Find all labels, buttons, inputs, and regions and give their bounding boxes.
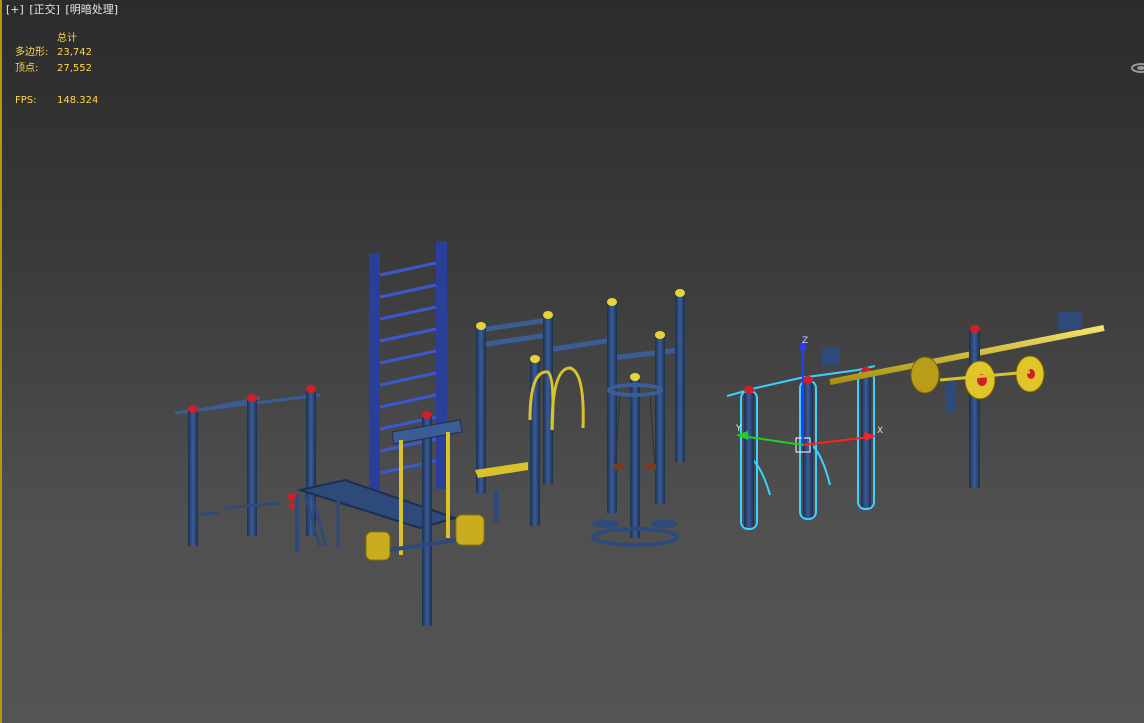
gizmo-x-label: X <box>877 426 883 436</box>
selected-station-equipment[interactable] <box>726 365 876 530</box>
wall-ladder-equipment[interactable] <box>369 241 447 495</box>
gizmo-z-label: Z <box>802 336 808 346</box>
gizmo-y-label: Y <box>735 424 742 434</box>
scene-render[interactable]: X Y Z <box>0 0 1144 723</box>
parallel-bars-equipment[interactable] <box>475 289 685 526</box>
3d-viewport[interactable]: [+] [正交] [明暗处理] 总计 多边形: 23,742 顶点: 27,55… <box>0 0 1144 723</box>
situp-bench-equipment[interactable] <box>288 411 485 626</box>
twister-equipment[interactable] <box>591 373 679 547</box>
